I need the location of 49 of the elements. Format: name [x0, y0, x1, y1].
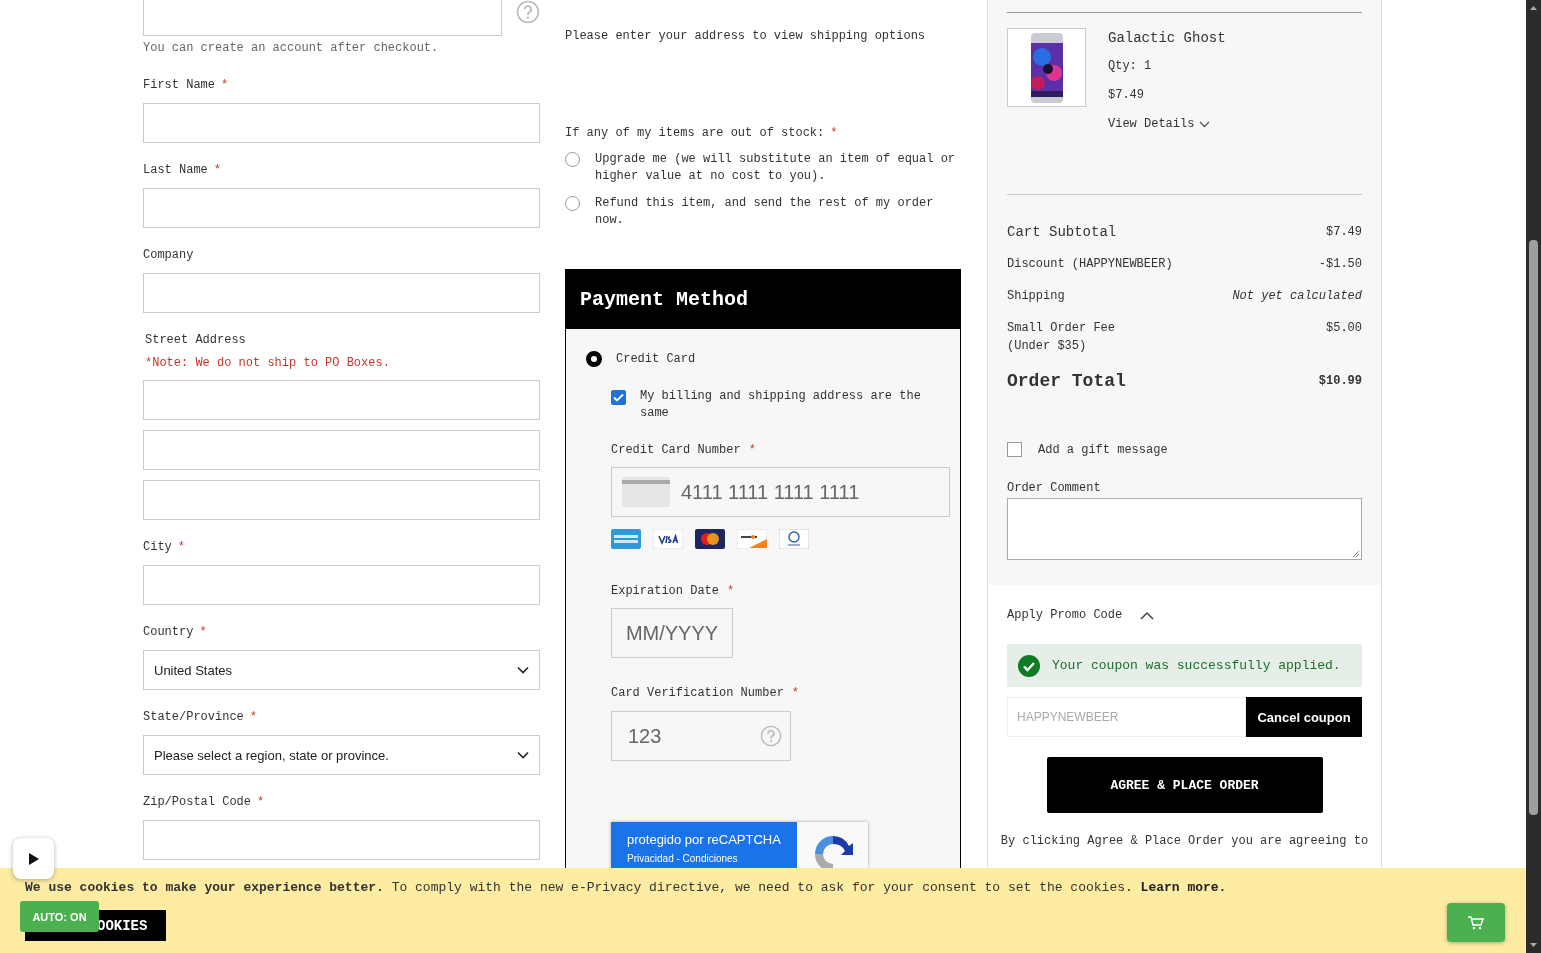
required-mark: * [257, 794, 265, 810]
product-quantity: Qty: 1 [1108, 58, 1152, 74]
field-label: Street Address [145, 332, 246, 348]
field-label: Expiration Date [611, 583, 720, 599]
field-label: Credit Card Number [611, 442, 741, 458]
total-label: Small Order Fee [1007, 320, 1116, 337]
po-box-note: *Note: We do not ship to PO Boxes. [144, 355, 391, 371]
field-label: Country [143, 624, 194, 640]
field-label: Company [143, 247, 194, 263]
success-message: Your coupon was successfully applied. [1007, 644, 1362, 687]
product-price: $7.49 [1108, 87, 1144, 103]
required-mark: * [830, 125, 838, 141]
field-label: Zip/Postal Code [143, 794, 252, 810]
field-label: City [143, 539, 172, 555]
total-value: $10.99 [1318, 373, 1362, 390]
field-label: First Name [143, 77, 215, 93]
option-label: Refund this item, and send the rest of my order now. [595, 195, 935, 229]
terms-text: By clicking Agree & Place Order you are agreeing to [999, 833, 1370, 849]
total-note: (Under $35) [1007, 338, 1088, 355]
field-label: Last Name [143, 162, 208, 178]
required-mark: * [213, 162, 221, 178]
required-mark: * [177, 539, 185, 555]
option-label: Upgrade me (we will substitute an item of equal or higher value at no cost to you). [595, 151, 957, 185]
required-mark: * [748, 442, 756, 458]
total-label: Cart Subtotal [1007, 223, 1117, 241]
field-label: Order Comment [1007, 480, 1102, 496]
payment-header: Payment Method [566, 270, 960, 329]
required-mark: * [791, 685, 800, 701]
required-mark: * [199, 624, 207, 640]
required-mark: * [221, 77, 229, 93]
total-label: Shipping [1007, 288, 1065, 305]
checkbox-label: My billing and shipping address are the same [640, 388, 922, 422]
field-label: Card Verification Number [611, 685, 784, 701]
field-label: State/Province [143, 709, 244, 725]
stock-question: If any of my items are out of stock: [565, 125, 825, 141]
total-value: $7.49 [1326, 224, 1362, 241]
total-value: Not yet calculated [1232, 288, 1362, 305]
method-label: Credit Card [616, 351, 696, 366]
required-mark: * [249, 709, 258, 725]
product-name: Galactic Ghost [1108, 29, 1226, 47]
total-value: -$1.50 [1318, 256, 1362, 273]
cookie-notice: We use cookies to make your experience better. To comply with the new e-Privacy directive, we need to ask for your consent to set the cookies. Learn more. [25, 880, 1227, 896]
total-value: $5.00 [1326, 320, 1362, 337]
account-hint: You can create an account after checkout. [143, 41, 440, 55]
total-label: Order Total [1007, 370, 1126, 393]
shipping-message: Please enter your address to view shipping options [565, 28, 927, 44]
checkbox-label: Add a gift message [1038, 442, 1168, 457]
total-label: Discount (HAPPYNEWBEER) [1007, 256, 1173, 273]
required-mark: * [727, 583, 735, 599]
